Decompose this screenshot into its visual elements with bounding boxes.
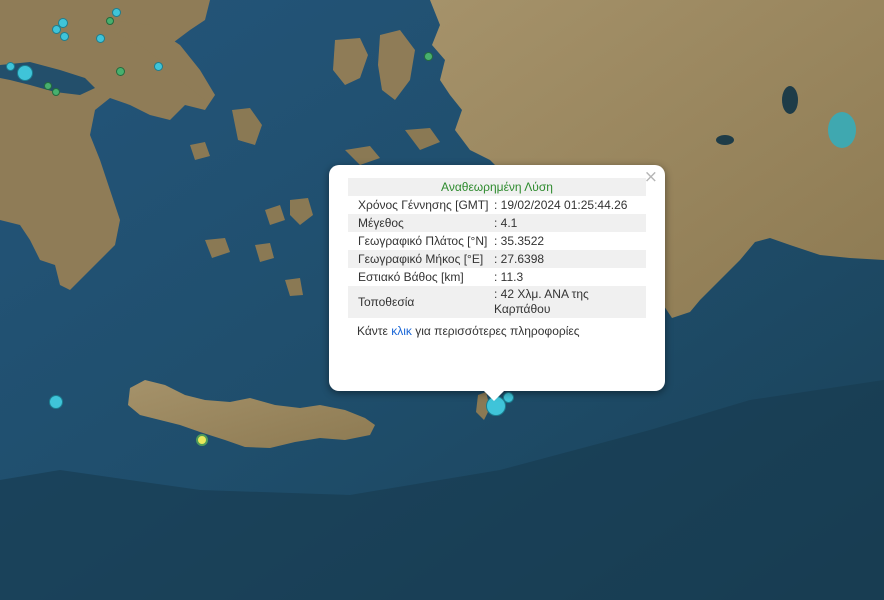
row-label-depth: Εστιακό Βάθος [km] <box>348 268 494 286</box>
quake-marker-cyan[interactable] <box>60 32 69 41</box>
row-label-origin-time: Χρόνος Γέννησης [GMT] <box>348 196 494 214</box>
lake-2 <box>782 86 798 114</box>
table-row: Τοποθεσία : 42 Χλμ. ΑΝΑ της Καρπάθου <box>348 286 646 318</box>
info-table: Αναθεωρημένη Λύση Χρόνος Γέννησης [GMT] … <box>348 178 646 318</box>
quake-marker-cyan[interactable] <box>154 62 163 71</box>
quake-marker-cyan[interactable] <box>17 65 33 81</box>
quake-marker-green[interactable] <box>44 82 52 90</box>
lake-1 <box>828 112 856 148</box>
quake-marker-green[interactable] <box>106 17 114 25</box>
table-row: Γεωγραφικό Πλάτος [°N] : 35.3522 <box>348 232 646 250</box>
more-info-line: Κάντε κλικ για περισσότερες πληροφορίες <box>348 324 646 338</box>
earthquake-info-popup: × Αναθεωρημένη Λύση Χρόνος Γέννησης [GMT… <box>329 165 665 401</box>
row-value-depth: : 11.3 <box>494 268 646 286</box>
row-label-location: Τοποθεσία <box>348 286 494 318</box>
popup-title: Αναθεωρημένη Λύση <box>348 178 646 196</box>
more-info-prefix: Κάντε <box>357 324 392 338</box>
more-info-suffix: για περισσότερες πληροφορίες <box>411 324 580 338</box>
row-value-magnitude: : 4.1 <box>494 214 646 232</box>
map[interactable]: × Αναθεωρημένη Λύση Χρόνος Γέννησης [GMT… <box>0 0 884 600</box>
quake-marker-yellow[interactable] <box>196 434 208 446</box>
table-row: Γεωγραφικό Μήκος [°E] : 27.6398 <box>348 250 646 268</box>
lake-3 <box>716 135 734 145</box>
table-row: Εστιακό Βάθος [km] : 11.3 <box>348 268 646 286</box>
quake-marker-cyan[interactable] <box>96 34 105 43</box>
quake-marker-green[interactable] <box>424 52 433 61</box>
quake-marker-cyan[interactable] <box>49 395 63 409</box>
row-label-latitude: Γεωγραφικό Πλάτος [°N] <box>348 232 494 250</box>
quake-marker-cyan[interactable] <box>503 392 514 403</box>
quake-marker-cyan[interactable] <box>6 62 15 71</box>
row-label-longitude: Γεωγραφικό Μήκος [°E] <box>348 250 494 268</box>
row-value-origin-time: : 19/02/2024 01:25:44.26 <box>494 196 646 214</box>
row-value-longitude: : 27.6398 <box>494 250 646 268</box>
quake-marker-cyan[interactable] <box>112 8 121 17</box>
row-value-latitude: : 35.3522 <box>494 232 646 250</box>
row-value-location: : 42 Χλμ. ΑΝΑ της Καρπάθου <box>494 286 646 318</box>
close-icon[interactable]: × <box>644 167 658 187</box>
quake-marker-cyan[interactable] <box>52 25 61 34</box>
table-row: Χρόνος Γέννησης [GMT] : 19/02/2024 01:25… <box>348 196 646 214</box>
quake-marker-green[interactable] <box>116 67 125 76</box>
row-label-magnitude: Μέγεθος <box>348 214 494 232</box>
table-row: Μέγεθος : 4.1 <box>348 214 646 232</box>
more-info-link[interactable]: κλικ <box>391 324 412 338</box>
popup-pointer <box>484 391 504 401</box>
quake-marker-green[interactable] <box>52 88 60 96</box>
